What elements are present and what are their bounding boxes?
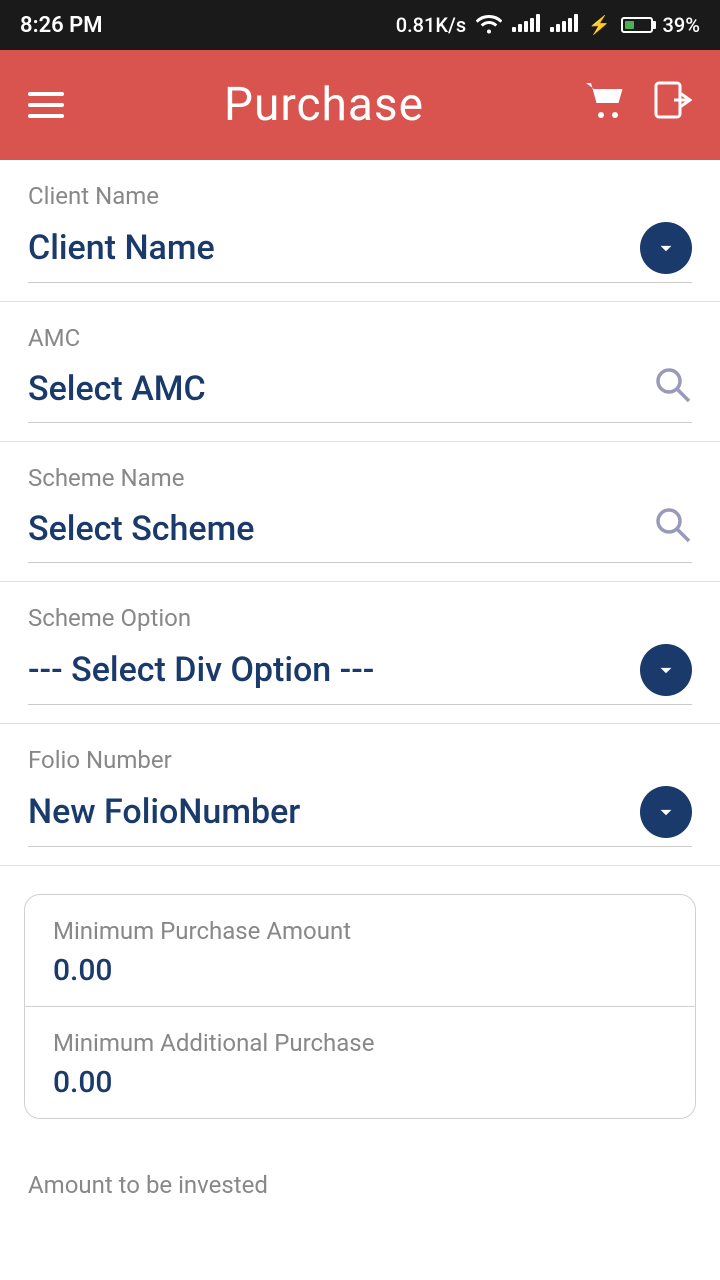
min-additional-purchase-value: 0.00 <box>53 1065 667 1100</box>
scheme-name-value: Select Scheme <box>28 509 254 549</box>
min-purchase-value: 0.00 <box>53 953 667 988</box>
client-name-dropdown[interactable] <box>640 222 692 274</box>
header-actions <box>584 81 692 129</box>
scheme-name-label: Scheme Name <box>28 464 692 492</box>
signal-icon-1 <box>512 13 540 37</box>
status-indicators: 0.81K/s <box>396 12 700 39</box>
form-content: Client Name Client Name AMC Select AMC S… <box>0 160 720 1280</box>
folio-number-row[interactable]: New FolioNumber <box>28 786 692 847</box>
folio-number-label: Folio Number <box>28 746 692 774</box>
scheme-search-icon[interactable] <box>652 504 692 554</box>
client-name-label: Client Name <box>28 182 692 210</box>
scheme-option-dropdown[interactable] <box>640 644 692 696</box>
info-card: Minimum Purchase Amount 0.00 Minimum Add… <box>24 894 696 1119</box>
scheme-name-row[interactable]: Select Scheme <box>28 504 692 563</box>
client-name-row[interactable]: Client Name <box>28 222 692 283</box>
scheme-option-row[interactable]: --- Select Div Option --- <box>28 644 692 705</box>
network-speed: 0.81K/s <box>396 13 466 37</box>
menu-button[interactable] <box>28 92 64 118</box>
wifi-icon <box>476 12 502 39</box>
scheme-option-label: Scheme Option <box>28 604 692 632</box>
min-purchase-row: Minimum Purchase Amount 0.00 <box>25 895 695 1006</box>
cart-icon[interactable] <box>584 81 626 129</box>
page-title: Purchase <box>224 78 424 132</box>
charging-icon: ⚡ <box>588 15 610 36</box>
battery-percent: 39% <box>663 13 700 37</box>
client-name-field: Client Name Client Name <box>0 160 720 302</box>
folio-number-dropdown[interactable] <box>640 786 692 838</box>
scheme-name-field: Scheme Name Select Scheme <box>0 442 720 582</box>
app-header: Purchase <box>0 50 720 160</box>
folio-number-value: New FolioNumber <box>28 792 300 832</box>
battery-indicator <box>621 17 653 33</box>
amc-field: AMC Select AMC <box>0 302 720 442</box>
amc-value: Select AMC <box>28 369 206 409</box>
amc-label: AMC <box>28 324 692 352</box>
amount-label-text: Amount to be invested <box>28 1171 268 1199</box>
amc-row[interactable]: Select AMC <box>28 364 692 423</box>
min-additional-purchase-row: Minimum Additional Purchase 0.00 <box>25 1006 695 1118</box>
scheme-option-field: Scheme Option --- Select Div Option --- <box>0 582 720 724</box>
amc-search-icon[interactable] <box>652 364 692 414</box>
min-additional-purchase-label: Minimum Additional Purchase <box>53 1029 667 1057</box>
min-purchase-label: Minimum Purchase Amount <box>53 917 667 945</box>
client-name-value: Client Name <box>28 228 215 268</box>
signal-icon-2 <box>550 13 578 37</box>
status-bar: 8:26 PM 0.81K/s <box>0 0 720 50</box>
folio-number-field: Folio Number New FolioNumber <box>0 724 720 866</box>
scheme-option-value: --- Select Div Option --- <box>28 650 374 690</box>
logout-icon[interactable] <box>654 81 692 129</box>
amount-label: Amount to be invested <box>0 1147 720 1209</box>
status-time: 8:26 PM <box>20 13 103 38</box>
